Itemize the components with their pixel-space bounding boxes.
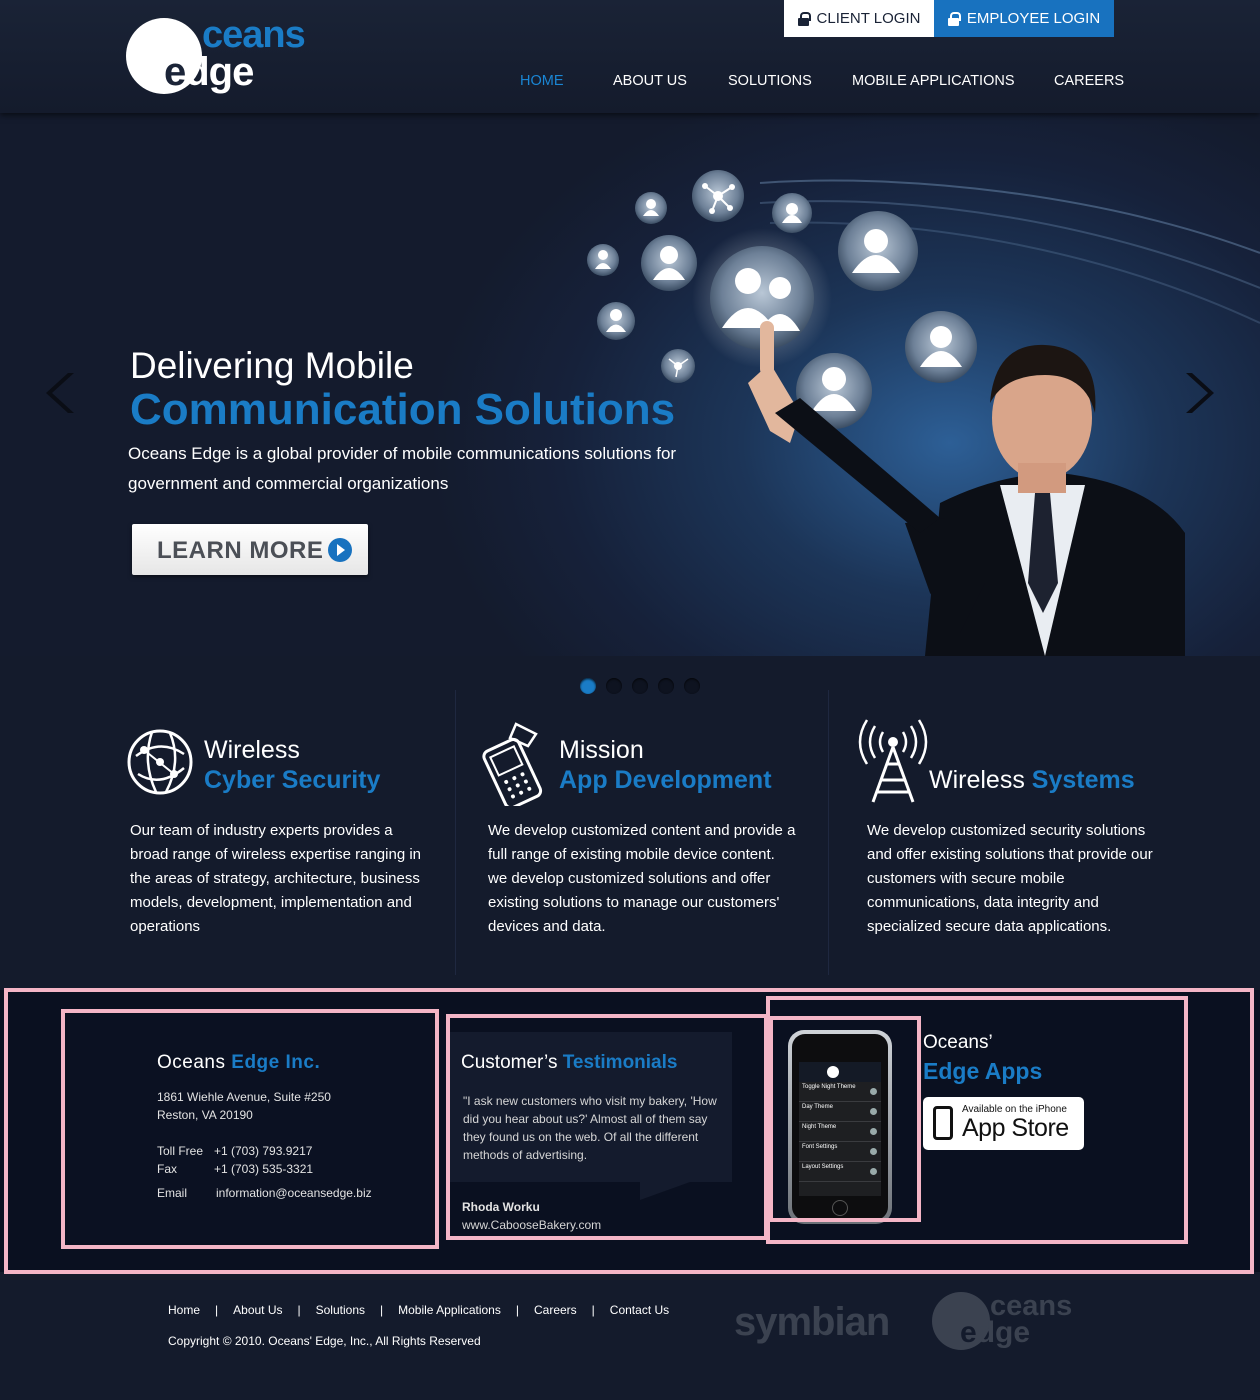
testimonial-bubble-tail [640,1182,690,1200]
testimonial-title: Customer’s Testimonials [461,1052,677,1074]
iphone-body: Toggle Night Theme Day Theme Night Theme… [792,1034,888,1220]
tollfree-label: Toll Free [157,1144,204,1158]
iphone-home-button [832,1200,848,1216]
feature-app-development: Mission App Development We develop custo… [478,712,808,972]
hero-description: Oceans Edge is a global provider of mobi… [128,444,677,493]
symbian-logo: symbian [734,1300,890,1344]
footer-nav: Home | About Us | Solutions | Mobile Applic… [168,1303,669,1317]
employee-login-label: EMPLOYEE LOGIN [966,10,1101,27]
contact-title-2: Edge Inc. [231,1052,321,1073]
footer-link-contact-us[interactable]: Contact Us [610,1303,669,1317]
fax-number: +1 (703) 535-3321 [214,1162,314,1176]
footer-separator: | [215,1303,219,1317]
nav-careers[interactable]: CAREERS [1054,73,1124,89]
feature-wireless-systems: Wireless Systems We develop customized s… [857,712,1167,972]
phone-row: Night Theme [799,1122,881,1142]
contact-panel [66,1014,434,1243]
nav-home[interactable]: HOME [520,73,564,89]
app-store-label: App Store [962,1114,1069,1142]
nav-about-us[interactable]: ABOUT US [613,73,687,89]
footer-separator: | [297,1303,301,1317]
feature-title-3-word: Wireless [929,766,1025,794]
slider-dot-3[interactable] [632,678,648,694]
footer-link-about-us[interactable]: About Us [233,1303,282,1317]
play-arrow-icon [328,538,352,562]
app-logo-mini [827,1066,839,1078]
employee-login-button[interactable]: EMPLOYEE LOGIN [934,0,1114,37]
feature-divider [828,690,829,975]
footer-oceans-edge-logo: ceans edge [932,1290,1082,1354]
address-line1: 1861 Wiehle Avenue, Suite #250 [157,1090,331,1104]
phone-row: Toggle Night Theme [799,1082,881,1102]
slider-pagination [580,678,700,694]
feature-text-1: Our team of industry experts provides a … [130,822,421,935]
hero-title-line1: Delivering Mobile [130,345,414,386]
footer-separator: | [515,1303,519,1317]
tollfree-number: +1 (703) 793.9217 [214,1144,313,1158]
footer-link-careers[interactable]: Careers [534,1303,577,1317]
footer-separator: | [591,1303,595,1317]
footer-logo-edge-text: edge [960,1316,1030,1350]
slider-dot-2[interactable] [606,678,622,694]
hero-title-line2: Communication Solutions [130,385,676,434]
feature-cyber-security: Wireless Cyber Security Our team of indu… [126,712,436,972]
feature-subtitle-3: Systems [1031,766,1135,794]
feature-divider [455,690,456,975]
iphone-icon [933,1106,953,1140]
nav-mobile-applications[interactable]: MOBILE APPLICATIONS [852,73,1015,89]
app-store-badge[interactable]: Available on the iPhone App Store [923,1097,1084,1150]
lock-icon [797,11,811,26]
footer-link-home[interactable]: Home [168,1303,200,1317]
slider-next-arrow-icon[interactable] [1182,371,1214,415]
slider-dot-5[interactable] [684,678,700,694]
iphone-image: Toggle Night Theme Day Theme Night Theme… [788,1030,892,1224]
fax-label: Fax [157,1162,178,1176]
apps-subtitle: Edge Apps [923,1058,1043,1084]
app-screen-header [799,1062,881,1082]
email-link[interactable]: information@oceansedge.biz [216,1186,372,1200]
phone-row: Day Theme [799,1102,881,1122]
slider-prev-arrow-icon[interactable] [46,371,78,415]
footer-link-solutions[interactable]: Solutions [316,1303,365,1317]
testimonial-quote: "I ask new customers who visit my bakery… [463,1094,717,1162]
feature-title-2: Mission [559,736,644,764]
learn-more-button[interactable]: LEARN MORE [132,524,368,575]
apps-title: Oceans’ [923,1032,993,1053]
antenna-tower-icon [858,719,928,803]
client-login-button[interactable]: CLIENT LOGIN [784,0,934,37]
testimonial-title-2: Testimonials [562,1052,678,1073]
address-line2: Reston, VA 20190 [157,1108,253,1122]
main-nav: HOME ABOUT US SOLUTIONS MOBILE APPLICATI… [0,73,1260,93]
contact-title-1: Oceans [157,1052,226,1073]
contact-title: Oceans Edge Inc. [157,1052,320,1074]
feature-title-3: Wireless Systems [929,766,1135,795]
feature-title-1: Wireless [204,736,300,764]
feature-text-3: We develop customized security solutions… [867,822,1153,935]
footer-logo-e-letter: e [960,1316,977,1349]
feature-subtitle-2: App Development [559,766,772,794]
footer-link-mobile-applications[interactable]: Mobile Applications [398,1303,501,1317]
email-label: Email [157,1186,188,1200]
testimonial-title-1: Customer’s [461,1052,558,1073]
feature-subtitle-1: Cyber Security [204,766,381,794]
phone-row: Font Settings [799,1142,881,1162]
slider-dot-1[interactable] [580,678,596,694]
lock-icon [947,11,961,26]
footer-separator: | [380,1303,384,1317]
mobile-phone-icon [482,722,543,806]
phone-row: Layout Settings [799,1162,881,1182]
feature-text-2: We develop customized content and provid… [488,822,796,935]
site-header: ceans edge CLIENT LOGIN EMPLOYEE LOGIN H… [0,0,1260,113]
testimonial-author: Rhoda Worku [462,1200,540,1214]
globe-network-icon [127,729,193,795]
hero-slider: Delivering Mobile Communication Solution… [0,113,1260,656]
learn-more-label: LEARN MORE [157,537,324,564]
iphone-screen: Toggle Night Theme Day Theme Night Theme… [799,1062,881,1196]
slider-dot-4[interactable] [658,678,674,694]
nav-solutions[interactable]: SOLUTIONS [728,73,812,89]
testimonial-url[interactable]: www.CabooseBakery.com [462,1218,601,1232]
footer-logo-dge-letters: dge [976,1316,1031,1349]
client-login-label: CLIENT LOGIN [816,10,921,27]
copyright-text: Copyright © 2010. Oceans' Edge, Inc., Al… [168,1334,481,1348]
